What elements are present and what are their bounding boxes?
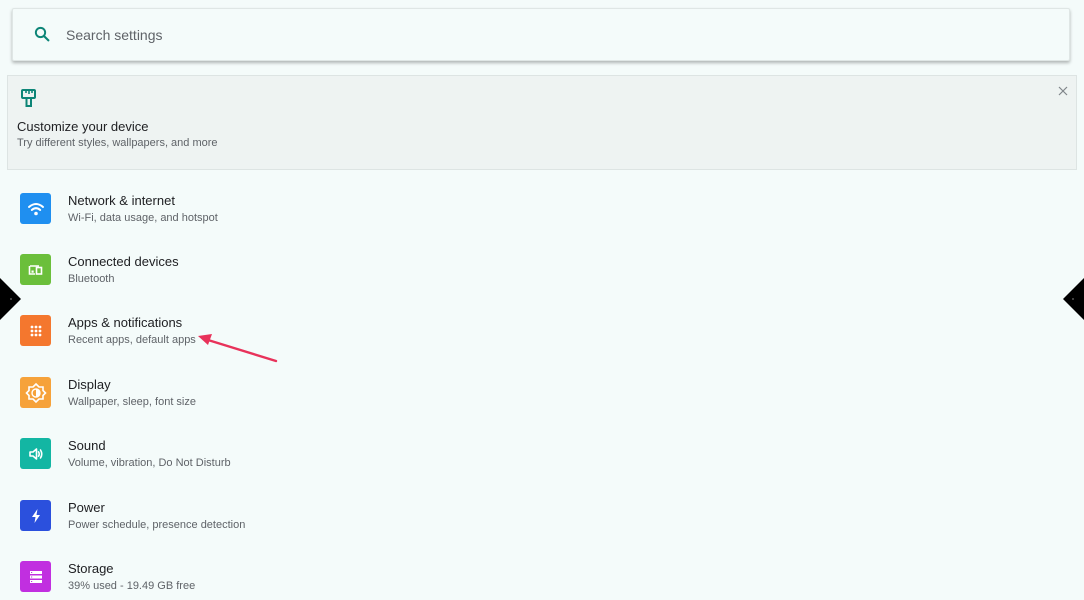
settings-item-power[interactable]: Power Power schedule, presence detection [0, 477, 1084, 538]
settings-item-summary: Wallpaper, sleep, font size [68, 396, 196, 408]
settings-item-summary: Bluetooth [68, 273, 115, 285]
settings-item-summary: 39% used - 19.49 GB free [68, 580, 196, 592]
settings-item-sound[interactable]: Sound Volume, vibration, Do Not Disturb [0, 415, 1084, 476]
apps-grid-icon [20, 315, 51, 346]
settings-item-title: Power [68, 500, 105, 515]
customize-device-card[interactable]: Customize your device Try different styl… [7, 75, 1077, 170]
settings-item-network[interactable]: Network & internet Wi-Fi, data usage, an… [0, 170, 1084, 231]
right-side-handle[interactable] [1063, 278, 1084, 320]
brightness-icon [20, 377, 51, 408]
lightning-icon [20, 500, 51, 531]
settings-item-title: Network & internet [68, 193, 175, 208]
settings-item-summary: Recent apps, default apps [68, 334, 196, 346]
settings-item-apps[interactable]: Apps & notifications Recent apps, defaul… [0, 292, 1084, 353]
settings-item-title: Connected devices [68, 254, 179, 269]
left-side-handle[interactable] [0, 278, 21, 320]
settings-item-summary: Wi-Fi, data usage, and hotspot [68, 212, 218, 224]
settings-item-summary: Power schedule, presence detection [68, 519, 246, 531]
settings-item-title: Display [68, 377, 111, 392]
settings-item-display[interactable]: Display Wallpaper, sleep, font size [0, 354, 1084, 415]
settings-item-title: Storage [68, 561, 114, 576]
storage-icon [20, 561, 51, 592]
settings-item-summary: Volume, vibration, Do Not Disturb [68, 457, 231, 469]
close-icon[interactable] [1056, 84, 1070, 98]
promo-title: Customize your device [17, 119, 149, 134]
settings-item-storage[interactable]: Storage 39% used - 19.49 GB free [0, 538, 1084, 599]
search-bar[interactable] [12, 8, 1070, 61]
volume-icon [20, 438, 51, 469]
search-input[interactable] [66, 9, 966, 60]
devices-icon [20, 254, 51, 285]
promo-subtitle: Try different styles, wallpapers, and mo… [17, 137, 218, 149]
settings-item-title: Sound [68, 438, 106, 453]
settings-item-title: Apps & notifications [68, 315, 183, 330]
paint-brush-icon [21, 89, 36, 107]
settings-item-connected-devices[interactable]: Connected devices Bluetooth [0, 231, 1084, 292]
search-icon [34, 26, 50, 42]
wifi-icon [20, 193, 51, 224]
